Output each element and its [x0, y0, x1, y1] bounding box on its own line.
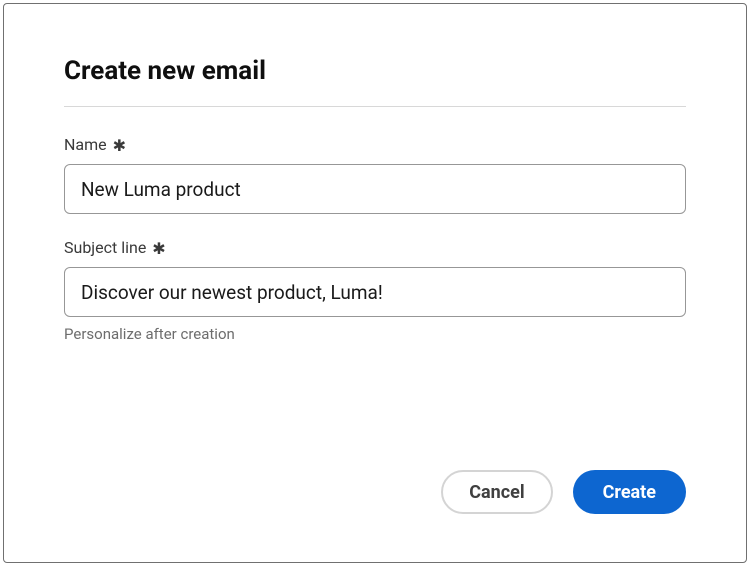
required-icon: ✱: [113, 136, 126, 155]
dialog-footer: Cancel Create: [64, 470, 686, 514]
required-icon: ✱: [152, 239, 165, 258]
name-input[interactable]: [64, 164, 686, 214]
name-field-group: Name ✱: [64, 135, 686, 214]
dialog-title: Create new email: [64, 56, 686, 86]
subject-input[interactable]: [64, 267, 686, 317]
create-email-dialog: Create new email Name ✱ Subject line ✱ P…: [3, 3, 747, 563]
divider: [64, 106, 686, 107]
create-button[interactable]: Create: [573, 470, 686, 514]
cancel-button[interactable]: Cancel: [441, 470, 552, 514]
subject-label-row: Subject line ✱: [64, 238, 686, 257]
subject-helper-text: Personalize after creation: [64, 325, 686, 343]
name-label-row: Name ✱: [64, 135, 686, 154]
subject-field-group: Subject line ✱ Personalize after creatio…: [64, 238, 686, 343]
subject-label: Subject line: [64, 238, 146, 257]
name-label: Name: [64, 135, 107, 154]
